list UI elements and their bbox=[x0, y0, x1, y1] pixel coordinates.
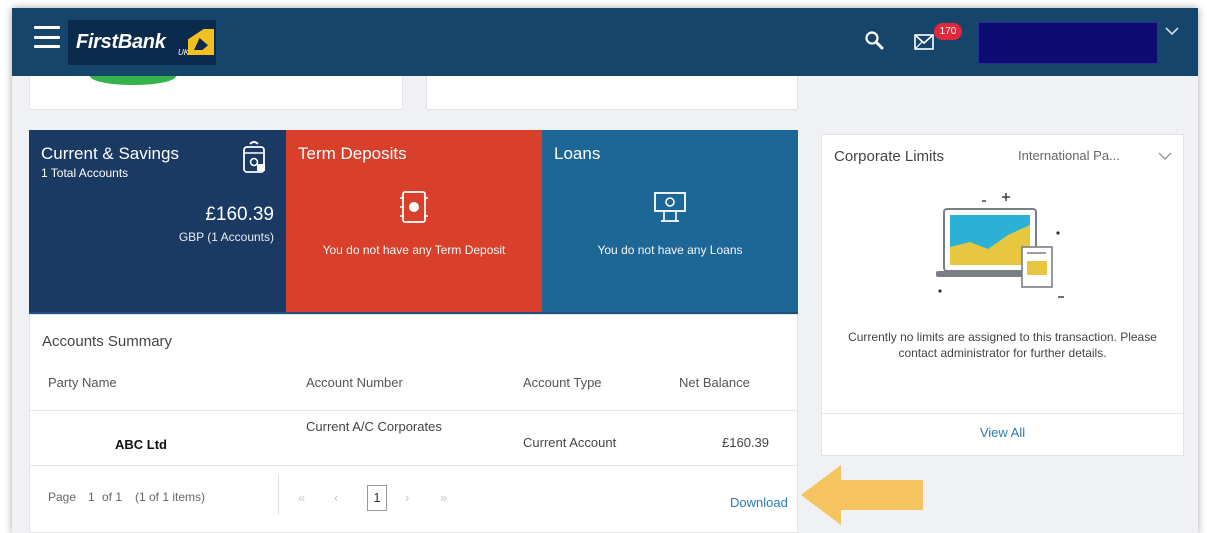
app-window: FirstBank UK 170 Current & Savings 1 Tot… bbox=[12, 8, 1198, 533]
tile-title: Loans bbox=[554, 144, 601, 163]
arrow-left-icon bbox=[801, 465, 923, 525]
divider bbox=[822, 413, 1183, 414]
dashboard-card-top-right bbox=[426, 76, 798, 110]
account-number-link[interactable]: Current A/C Corporates bbox=[306, 419, 442, 434]
limit-type-select[interactable]: International Pa... bbox=[1012, 143, 1180, 169]
user-profile-menu[interactable] bbox=[978, 22, 1158, 64]
limits-message: Currently no limits are assigned to this… bbox=[848, 330, 1157, 360]
first-page-button[interactable]: « bbox=[298, 490, 305, 505]
row-divider bbox=[30, 465, 797, 466]
panel-title: Corporate Limits bbox=[834, 148, 945, 165]
party-name-cell: ABC Ltd bbox=[115, 437, 167, 452]
pager-page-label: Page bbox=[48, 490, 77, 504]
column-header-account-number[interactable]: Account Number bbox=[306, 375, 403, 390]
avatar-graphic bbox=[90, 76, 176, 85]
corporate-limits-panel: Corporate Limits International Pa... Cur… bbox=[821, 134, 1184, 456]
tile-loans[interactable]: Loans You do not have any Loans bbox=[542, 130, 798, 312]
last-page-button[interactable]: » bbox=[440, 490, 447, 505]
column-header-net-balance[interactable]: Net Balance bbox=[679, 375, 750, 390]
balance-amount: £160.39 bbox=[205, 204, 274, 225]
pager-page-number: 1 bbox=[88, 490, 95, 504]
accounts-summary-panel: Accounts Summary Party Name Account Numb… bbox=[29, 314, 798, 533]
search-icon[interactable] bbox=[864, 30, 884, 50]
chevron-down-icon[interactable] bbox=[1164, 25, 1180, 37]
tile-current-savings[interactable]: Current & Savings 1 Total Accounts £160.… bbox=[29, 130, 286, 312]
term-deposit-message: You do not have any Term Deposit bbox=[322, 243, 506, 257]
selected-option: International Pa... bbox=[1018, 148, 1120, 163]
column-header-account-type[interactable]: Account Type bbox=[523, 375, 602, 390]
tile-term-deposits[interactable]: Term Deposits You do not have any Term D… bbox=[286, 130, 542, 312]
tile-title: Term Deposits bbox=[298, 144, 407, 163]
brand-region: UK bbox=[178, 48, 190, 57]
view-all-link[interactable]: View All bbox=[822, 425, 1183, 440]
column-header-party-name[interactable]: Party Name bbox=[48, 375, 117, 390]
tile-title: Current & Savings bbox=[41, 144, 179, 163]
next-page-button[interactable]: › bbox=[405, 490, 409, 505]
brand-logo[interactable]: FirstBank UK bbox=[68, 20, 216, 65]
notification-badge: 170 bbox=[934, 23, 962, 40]
menu-icon[interactable] bbox=[34, 26, 60, 48]
row-divider bbox=[30, 410, 797, 411]
limits-illustration-icon bbox=[936, 193, 1064, 298]
dashboard-card-top-left bbox=[29, 76, 403, 110]
loans-message: You do not have any Loans bbox=[597, 243, 743, 257]
prev-page-button[interactable]: ‹ bbox=[334, 490, 338, 505]
safe-deposit-icon bbox=[400, 191, 428, 223]
loan-icon bbox=[654, 192, 686, 222]
pager-of-total: of 1 bbox=[102, 490, 123, 504]
mail-icon[interactable] bbox=[914, 34, 934, 50]
net-balance-cell: £160.39 bbox=[722, 435, 769, 450]
brand-name: FirstBank bbox=[76, 31, 166, 53]
pager-divider bbox=[278, 475, 279, 515]
current-page-input[interactable]: 1 bbox=[367, 485, 387, 511]
pager-items: (1 of 1 items) bbox=[135, 490, 206, 504]
total-accounts-label: 1 Total Accounts bbox=[41, 166, 129, 180]
download-link[interactable]: Download bbox=[730, 495, 788, 510]
panel-title: Accounts Summary bbox=[42, 333, 173, 350]
currency-accounts-note: GBP (1 Accounts) bbox=[178, 230, 274, 244]
account-type-cell: Current Account bbox=[523, 435, 617, 450]
wallet-icon bbox=[243, 141, 265, 173]
chevron-down-icon bbox=[1158, 152, 1172, 160]
brand-mark-icon bbox=[188, 29, 214, 55]
top-bar: FirstBank UK 170 bbox=[12, 8, 1198, 76]
